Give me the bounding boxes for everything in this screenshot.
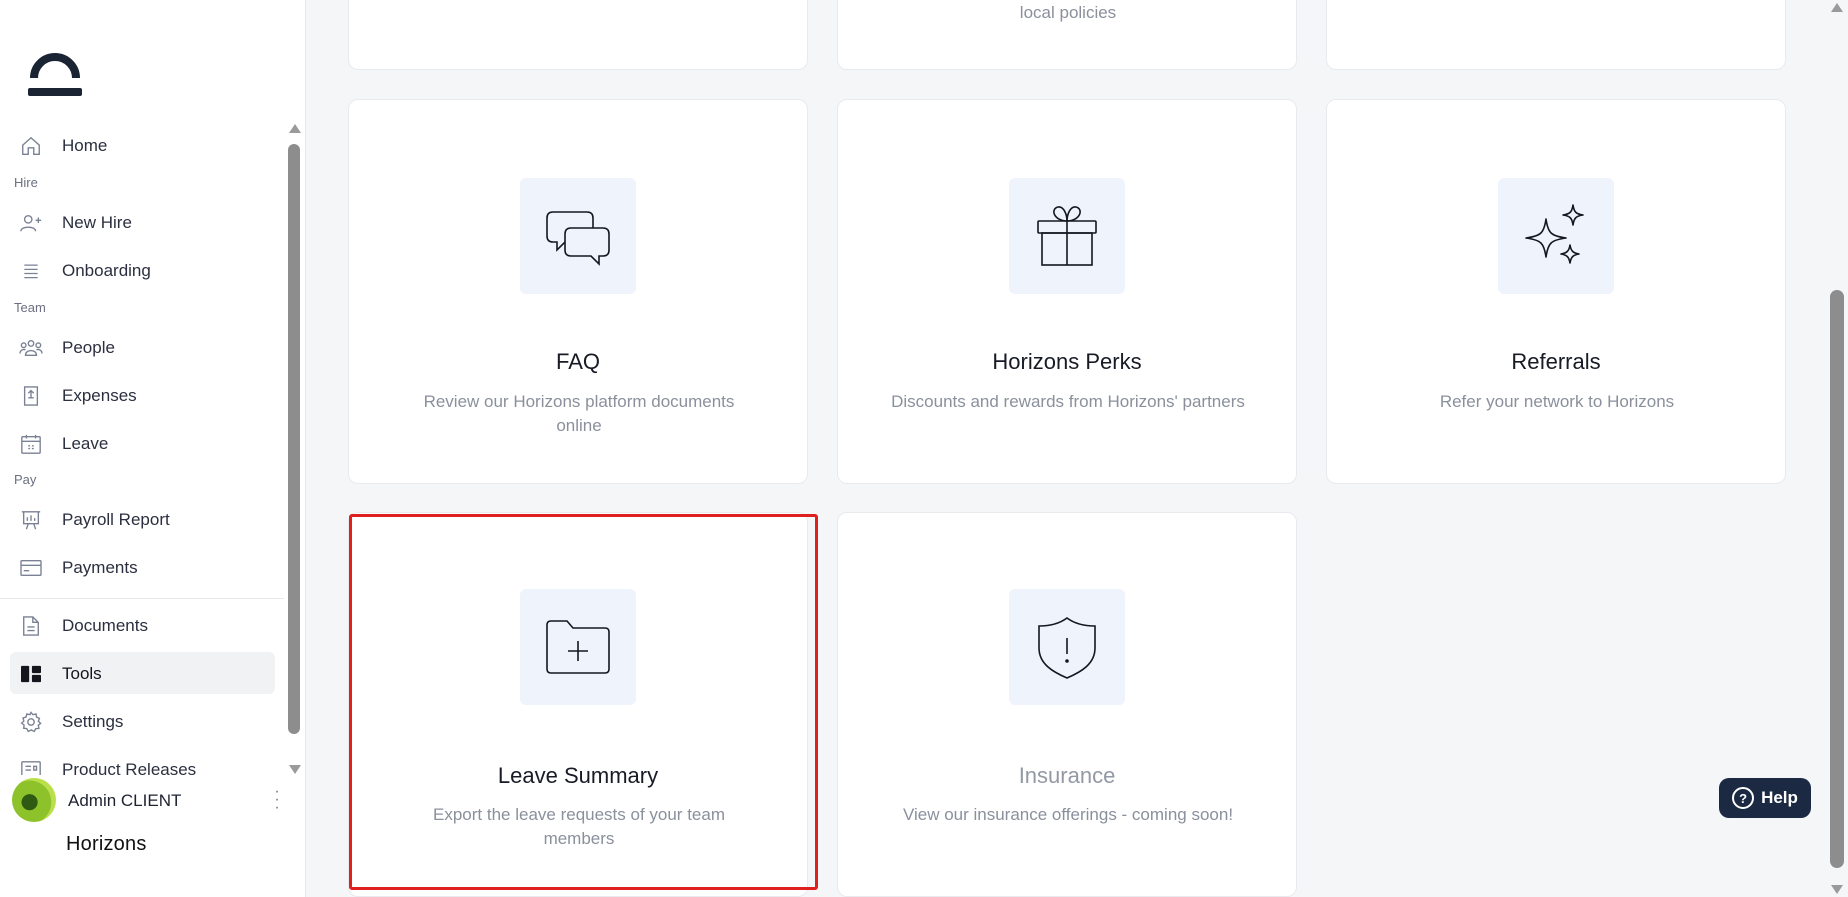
tools-icon xyxy=(19,662,43,686)
sidebar-item-settings[interactable]: Settings xyxy=(10,700,275,742)
nav-section-team: Team xyxy=(14,300,46,315)
card-icon xyxy=(19,556,43,580)
sidebar-item-label: Product Releases xyxy=(62,760,197,775)
user-plus-icon xyxy=(19,211,43,235)
help-button-label: Help xyxy=(1761,788,1798,807)
chat-bubbles-icon xyxy=(520,178,636,294)
document-icon xyxy=(19,614,43,638)
main-scrollbar[interactable] xyxy=(1827,0,1848,897)
sidebar-item-leave[interactable]: Leave xyxy=(10,422,275,464)
tool-card-partial[interactable]: local policies xyxy=(837,0,1297,70)
question-icon: ? xyxy=(1732,787,1755,809)
sidebar-item-label: New Hire xyxy=(62,213,132,232)
scrollbar-thumb[interactable] xyxy=(288,144,300,734)
sidebar-item-label: Documents xyxy=(62,616,148,635)
tool-card-title: Leave Summary xyxy=(497,763,659,788)
nav-divider xyxy=(0,598,284,599)
folder-plus-icon xyxy=(520,589,636,705)
sidebar-item-onboarding[interactable]: Onboarding xyxy=(10,249,275,291)
sidebar-item-label: Onboarding xyxy=(62,261,151,280)
tools-grid: local policies FAQ Review our Horizons p… xyxy=(307,0,1827,897)
sidebar-item-expenses[interactable]: Expenses xyxy=(10,374,275,416)
receipt-icon xyxy=(19,384,43,408)
sidebar-item-label: Payments xyxy=(62,558,138,577)
tool-card-desc: Review our Horizons platform documents o… xyxy=(423,392,735,435)
scrollbar-thumb[interactable] xyxy=(1830,290,1844,868)
sidebar-item-people[interactable]: People xyxy=(10,326,275,368)
sidebar-item-label: Home xyxy=(62,136,108,155)
sidebar-item-label: People xyxy=(62,338,115,357)
tool-card-title: Horizons Perks xyxy=(992,349,1142,374)
sidebar-item-label: Leave xyxy=(62,434,109,453)
horizons-logo-icon[interactable] xyxy=(26,46,84,104)
tool-card-desc: Discounts and rewards from Horizons' par… xyxy=(891,392,1245,411)
user-profile[interactable]: Admin CLIENT · · · xyxy=(12,778,292,822)
scroll-up-arrow-icon[interactable] xyxy=(1831,3,1843,12)
nav-section-pay: Pay xyxy=(14,472,37,487)
sidebar-item-label: Expenses xyxy=(62,386,137,405)
sidebar-item-home[interactable]: Home xyxy=(10,124,275,166)
avatar[interactable] xyxy=(12,778,56,822)
tool-card-title: FAQ xyxy=(555,349,600,374)
nav-section-hire: Hire xyxy=(14,175,38,190)
sidebar-item-product-releases[interactable]: Product Releases xyxy=(10,748,275,775)
tool-card-desc: View our insurance offerings - coming so… xyxy=(902,805,1234,824)
tool-card-partial[interactable] xyxy=(1326,0,1786,70)
tool-card-desc: local policies xyxy=(1019,3,1117,22)
sidebar-item-payments[interactable]: Payments xyxy=(10,546,275,588)
scroll-down-arrow-icon[interactable] xyxy=(1831,885,1843,894)
sidebar-item-label: Tools xyxy=(62,664,102,683)
sidebar-item-label: Payroll Report xyxy=(62,510,170,529)
sidebar: Home Hire New Hire Onboarding Team Peopl… xyxy=(0,0,306,897)
shield-alert-icon xyxy=(1009,589,1125,705)
brand-wordmark: Horizons xyxy=(66,833,147,855)
tool-card-title: Referrals xyxy=(1511,349,1601,374)
tool-card-referrals[interactable]: Referrals Refer your network to Horizons xyxy=(1326,99,1786,484)
list-icon xyxy=(19,259,43,283)
tool-card-horizons-perks[interactable]: Horizons Perks Discounts and rewards fro… xyxy=(837,99,1297,484)
presentation-icon xyxy=(19,508,43,532)
sidebar-nav: Home Hire New Hire Onboarding Team Peopl… xyxy=(0,120,284,775)
scroll-up-arrow-icon[interactable] xyxy=(289,124,301,133)
scroll-down-arrow-icon[interactable] xyxy=(289,765,301,774)
sidebar-item-documents[interactable]: Documents xyxy=(10,604,275,646)
calendar-icon xyxy=(19,432,43,456)
tool-card-faq[interactable]: FAQ Review our Horizons platform documen… xyxy=(348,99,808,484)
sidebar-item-label: Settings xyxy=(62,712,124,731)
people-icon xyxy=(19,336,43,360)
sidebar-item-new-hire[interactable]: New Hire xyxy=(10,201,275,243)
tool-card-leave-summary[interactable]: Leave Summary Export the leave requests … xyxy=(348,512,808,897)
tool-card-desc: Export the leave requests of your team m… xyxy=(433,805,725,848)
sparkles-icon xyxy=(1498,178,1614,294)
releases-icon xyxy=(19,758,43,775)
home-icon xyxy=(19,134,43,158)
user-name: Admin CLIENT xyxy=(68,791,182,810)
gift-icon xyxy=(1009,178,1125,294)
tool-card-title: Insurance xyxy=(1018,763,1116,788)
tool-card-desc: Refer your network to Horizons xyxy=(1439,392,1675,411)
gear-icon xyxy=(19,710,43,734)
sidebar-item-tools[interactable]: Tools xyxy=(10,652,275,694)
tool-card-insurance: Insurance View our insurance offerings -… xyxy=(837,512,1297,897)
sidebar-scrollbar[interactable] xyxy=(287,122,301,774)
more-vertical-icon[interactable]: · · · xyxy=(274,784,280,816)
tool-card-partial[interactable] xyxy=(348,0,808,70)
sidebar-item-payroll-report[interactable]: Payroll Report xyxy=(10,498,275,540)
help-button[interactable]: ? Help xyxy=(1719,778,1811,818)
